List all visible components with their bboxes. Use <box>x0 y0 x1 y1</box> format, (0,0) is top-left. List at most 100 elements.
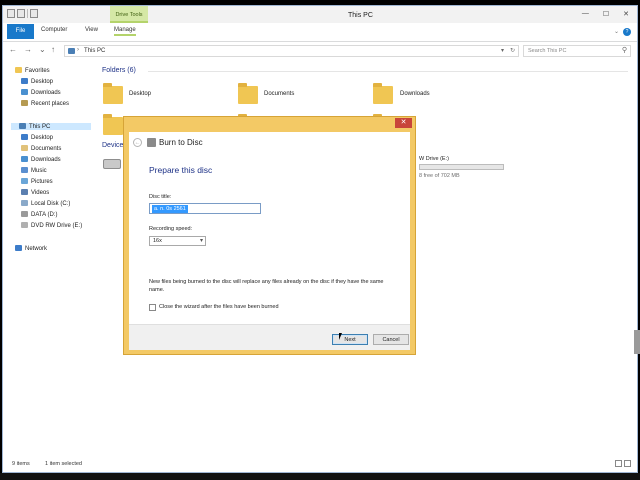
window-title: This PC <box>348 12 373 19</box>
music-icon <box>21 167 28 173</box>
computer-icon <box>19 123 26 129</box>
title-bar: Drive Tools This PC — ☐ ✕ <box>3 6 637 23</box>
folder-icon[interactable] <box>238 83 258 104</box>
tab-file[interactable]: File <box>7 24 34 39</box>
dvd-drive-label[interactable]: W Drive (E:) <box>419 156 449 162</box>
this-pc-icon <box>68 48 75 54</box>
status-item-count: 9 items <box>12 461 30 467</box>
large-icons-view-icon[interactable] <box>624 460 631 467</box>
customize-qat-icon[interactable] <box>30 9 38 18</box>
properties-icon[interactable] <box>7 9 15 18</box>
help-icon[interactable]: ? <box>623 28 631 36</box>
nav-pc-desktop[interactable]: Desktop <box>21 134 53 141</box>
cancel-button[interactable]: Cancel <box>373 334 409 345</box>
close-wizard-checkbox[interactable] <box>149 304 156 311</box>
nav-pc-documents[interactable]: Documents <box>21 145 61 152</box>
nav-label: Desktop <box>31 79 54 85</box>
nav-pc-data-d[interactable]: DATA (D:) <box>21 211 57 218</box>
dialog-heading: Prepare this disc <box>149 165 213 175</box>
minimize-button[interactable]: — <box>582 10 589 18</box>
up-button[interactable]: ↑ <box>51 45 55 54</box>
nav-label: Downloads <box>31 157 61 163</box>
dvd-drive-space: 8 free of 702 MB <box>419 173 460 179</box>
nav-pc-dvd-e[interactable]: DVD RW Drive (E:) <box>21 222 82 229</box>
expand-ribbon-icon[interactable]: ⌄ <box>614 28 619 36</box>
address-path[interactable]: This PC <box>84 48 105 54</box>
pictures-icon <box>21 178 28 184</box>
section-divider <box>148 71 628 72</box>
nav-label: Pictures <box>31 179 53 185</box>
local-disk-icon[interactable] <box>103 159 121 169</box>
nav-fav-recent[interactable]: Recent places <box>21 100 69 107</box>
nav-label: Downloads <box>31 90 61 96</box>
nav-pc-downloads[interactable]: Downloads <box>21 156 61 163</box>
disc-title-value: a. n. 0s 2561 <box>152 205 188 213</box>
dialog-title: Burn to Disc <box>159 138 203 147</box>
desktop-icon <box>21 78 28 84</box>
details-view-icon[interactable] <box>615 460 622 467</box>
disc-title-field[interactable]: a. n. 0s 2561 <box>149 203 261 214</box>
folder-icon[interactable] <box>103 114 123 135</box>
back-arrow-icon[interactable]: ← <box>133 138 142 147</box>
chevron-down-icon: ▾ <box>199 238 203 244</box>
scrollbar[interactable] <box>634 330 640 354</box>
taskbar <box>0 473 640 480</box>
nav-fav-downloads[interactable]: Downloads <box>21 89 61 96</box>
burn-to-disc-dialog: ✕ ← Burn to Disc Prepare this disc Disc … <box>123 116 416 355</box>
disc-title-label: Disc title: <box>149 194 172 200</box>
close-wizard-label[interactable]: Close the wizard after the files have be… <box>159 304 279 310</box>
downloads-icon <box>21 156 28 162</box>
overwrite-note: New files being burned to the disc will … <box>149 279 384 293</box>
tab-computer[interactable]: Computer <box>41 27 67 33</box>
desktop-icon <box>21 134 28 140</box>
search-icon[interactable]: ⚲ <box>622 46 627 54</box>
next-button[interactable]: Next <box>332 334 368 345</box>
new-folder-icon[interactable] <box>17 9 25 18</box>
dvd-drive-icon <box>21 222 28 228</box>
folder-icon[interactable] <box>103 83 123 104</box>
maximize-button[interactable]: ☐ <box>603 10 609 18</box>
navigation-pane: Favorites Desktop Downloads Recent place… <box>3 61 95 461</box>
close-button[interactable]: ✕ <box>623 10 629 18</box>
nav-network[interactable]: Network <box>15 245 47 252</box>
forward-button[interactable]: → <box>24 45 32 54</box>
back-button[interactable]: ← <box>9 45 17 54</box>
nav-label: Videos <box>31 190 50 196</box>
search-placeholder: Search This PC <box>528 48 567 54</box>
tab-view[interactable]: View <box>85 27 98 33</box>
address-dropdown-icon[interactable]: ▾ <box>501 47 504 54</box>
folder-documents[interactable]: Documents <box>264 91 294 97</box>
recording-speed-select[interactable]: 16x ▾ <box>149 236 206 246</box>
ribbon-right-controls: ⌄ ? <box>614 28 631 36</box>
drive-icon <box>21 200 28 206</box>
folder-downloads[interactable]: Downloads <box>400 91 430 97</box>
recent-locations-button[interactable]: ⌄ <box>39 45 46 54</box>
nav-label: Documents <box>31 146 62 152</box>
folder-desktop[interactable]: Desktop <box>129 91 151 97</box>
nav-pc-local-disk-c[interactable]: Local Disk (C:) <box>21 200 70 207</box>
nav-pc-pictures[interactable]: Pictures <box>21 178 53 185</box>
refresh-icon[interactable]: ↻ <box>510 47 515 54</box>
folders-header[interactable]: Folders (6) <box>102 67 136 74</box>
nav-this-pc[interactable]: This PC <box>11 123 91 130</box>
address-bar[interactable]: › This PC ▾ ↻ <box>64 45 519 57</box>
nav-label: Local Disk (C:) <box>31 201 71 207</box>
dialog-close-button[interactable]: ✕ <box>395 118 412 128</box>
downloads-icon <box>21 89 28 95</box>
window-controls: — ☐ ✕ <box>582 10 629 18</box>
nav-pc-music[interactable]: Music <box>21 167 47 174</box>
search-input[interactable]: Search This PC ⚲ <box>523 45 631 57</box>
chevron-right-icon[interactable]: › <box>77 47 79 53</box>
devices-header[interactable]: Device <box>102 142 123 149</box>
nav-pc-videos[interactable]: Videos <box>21 189 49 196</box>
tab-manage[interactable]: Manage <box>114 27 136 36</box>
folder-icon[interactable] <box>373 83 393 104</box>
dialog-footer: Next Cancel <box>129 324 410 350</box>
nav-label: Recent places <box>31 101 70 107</box>
qat-separator <box>27 9 28 18</box>
nav-label: DVD RW Drive (E:) <box>31 223 83 229</box>
nav-favorites[interactable]: Favorites <box>15 67 50 74</box>
context-tab-drive-tools: Drive Tools <box>110 6 148 23</box>
dialog-body: ← Burn to Disc Prepare this disc Disc ti… <box>129 132 410 350</box>
nav-fav-desktop[interactable]: Desktop <box>21 78 53 85</box>
